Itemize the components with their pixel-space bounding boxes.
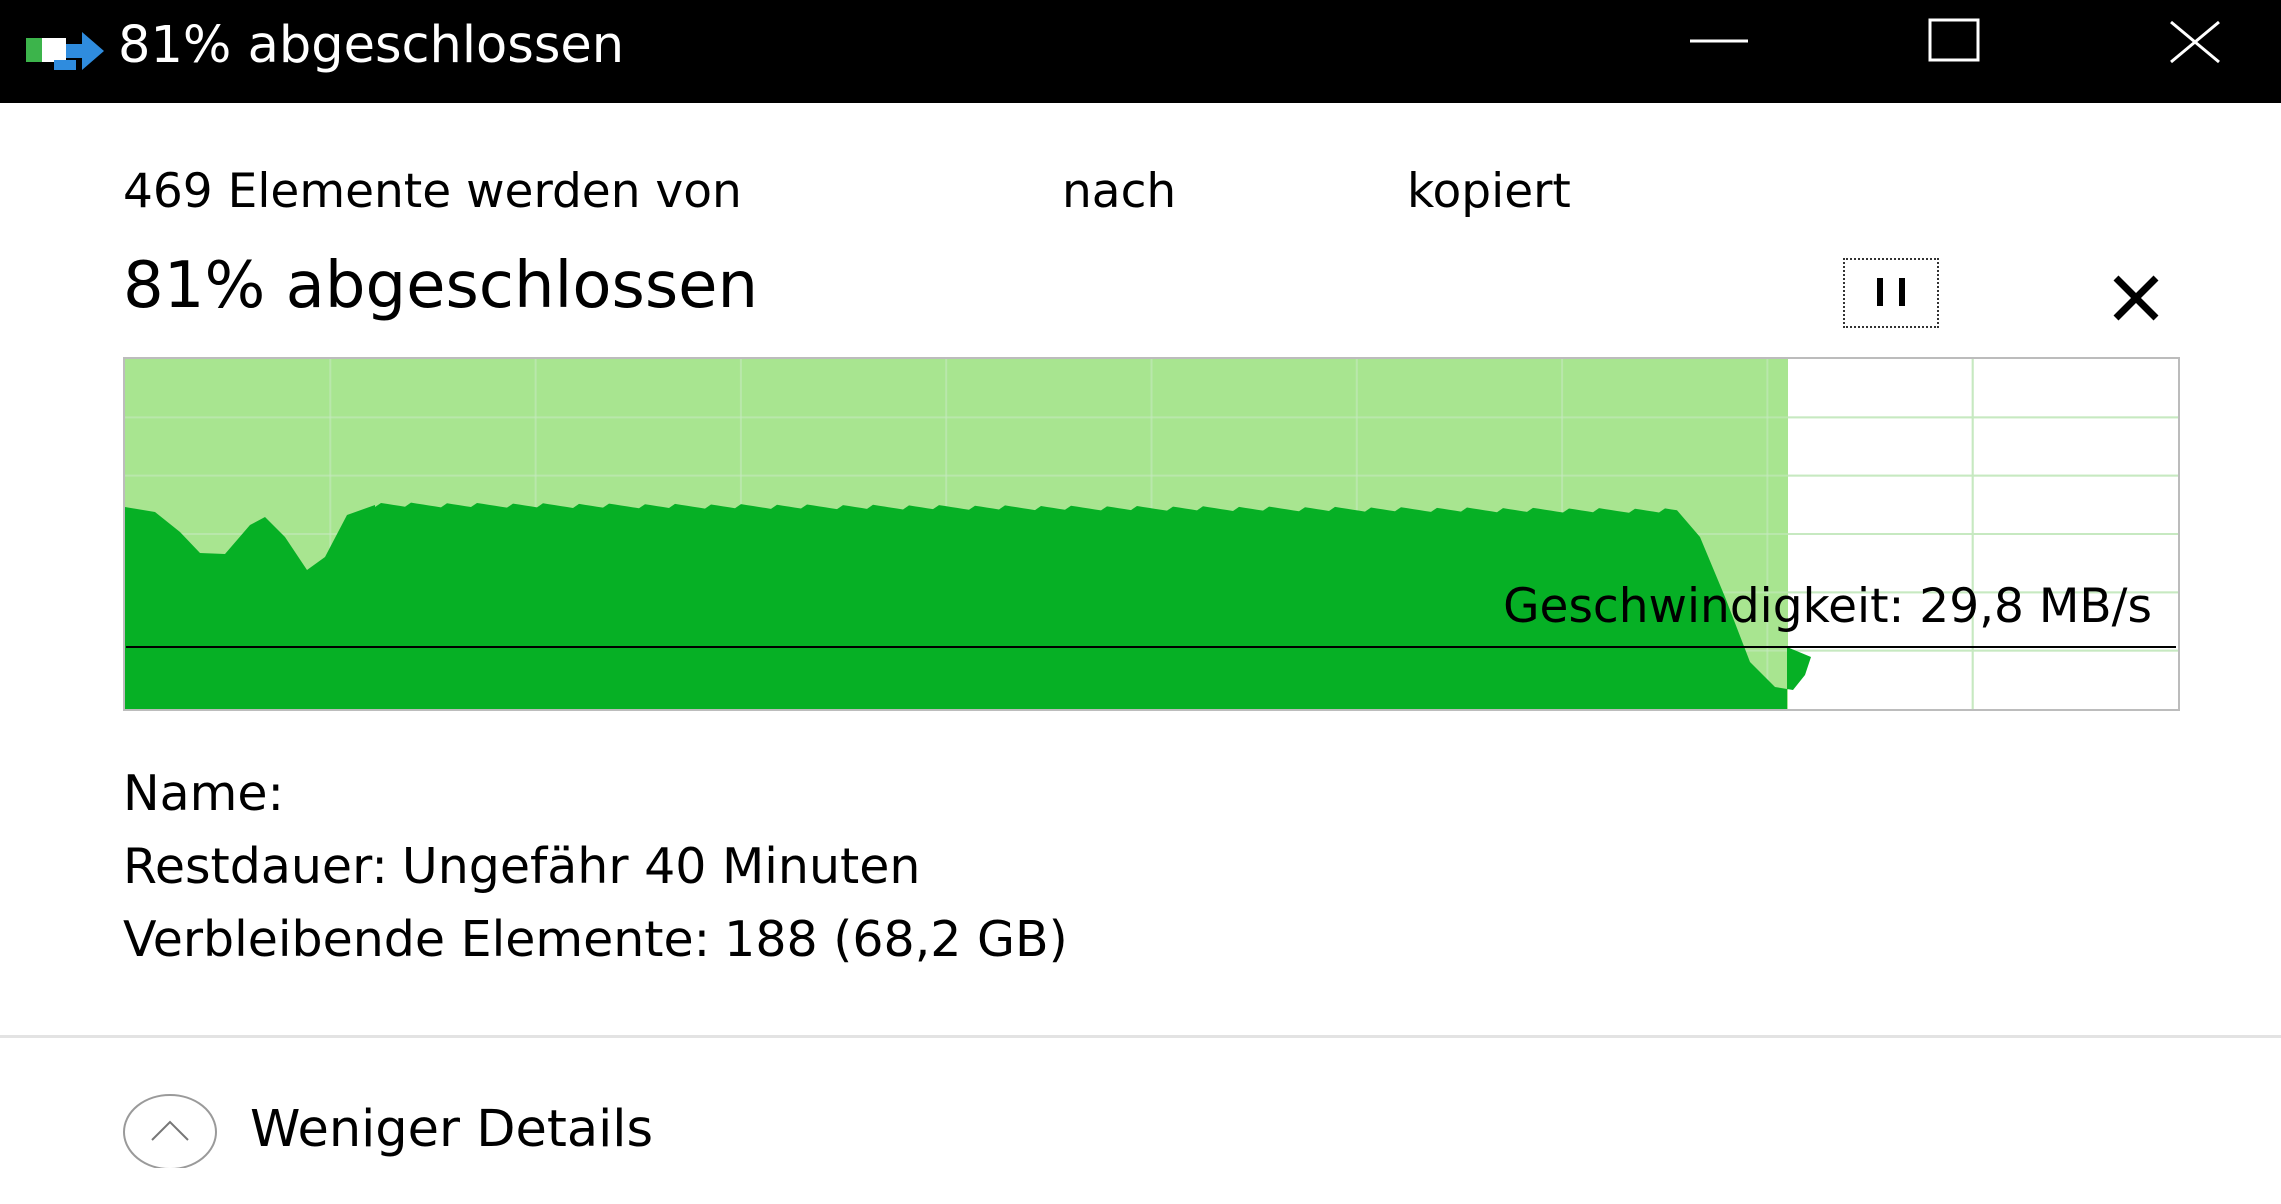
cancel-button[interactable]	[2100, 262, 2172, 334]
minimize-button[interactable]	[1598, 0, 1838, 103]
pause-icon	[1877, 278, 1905, 306]
speed-graph	[123, 357, 2180, 711]
pause-button[interactable]	[1843, 258, 1939, 328]
file-copy-icon	[26, 30, 104, 76]
remaining-items-label: Verbleibende Elemente:	[123, 911, 711, 968]
copy-progress-dialog: 81% abgeschlossen 469 Elemente werden vo…	[0, 0, 2281, 1204]
title-bar[interactable]: 81% abgeschlossen	[0, 0, 2281, 103]
chevron-up-icon	[123, 1094, 217, 1168]
speed-label: Geschwindigkeit: 29,8 MB/s	[1503, 579, 2152, 634]
divider	[0, 1035, 2281, 1038]
remaining-time-label: Restdauer:	[123, 838, 388, 895]
detail-name-row: Name:	[123, 763, 298, 825]
cancel-icon	[2113, 275, 2159, 321]
name-label: Name:	[123, 765, 285, 822]
close-button[interactable]	[2078, 0, 2281, 103]
maximize-icon	[1928, 18, 1980, 62]
copy-to-text: nach	[1062, 164, 1177, 219]
detail-remaining-time-row: Restdauer: Ungefähr 40 Minuten	[123, 836, 920, 898]
remaining-items-value: 188 (68,2 GB)	[724, 911, 1068, 968]
copy-from-text: 469 Elemente werden von	[123, 164, 742, 219]
close-icon	[2170, 20, 2220, 64]
maximize-button[interactable]	[1838, 0, 2078, 103]
detail-remaining-items-row: Verbleibende Elemente: 188 (68,2 GB)	[123, 909, 1068, 971]
remaining-time-value: Ungefähr 40 Minuten	[401, 838, 921, 895]
progress-title: 81% abgeschlossen	[123, 249, 759, 323]
minimize-icon	[1690, 39, 1748, 43]
window-title: 81% abgeschlossen	[118, 16, 625, 75]
fewer-details-label: Weniger Details	[250, 1100, 654, 1159]
copied-text: kopiert	[1407, 164, 1571, 219]
